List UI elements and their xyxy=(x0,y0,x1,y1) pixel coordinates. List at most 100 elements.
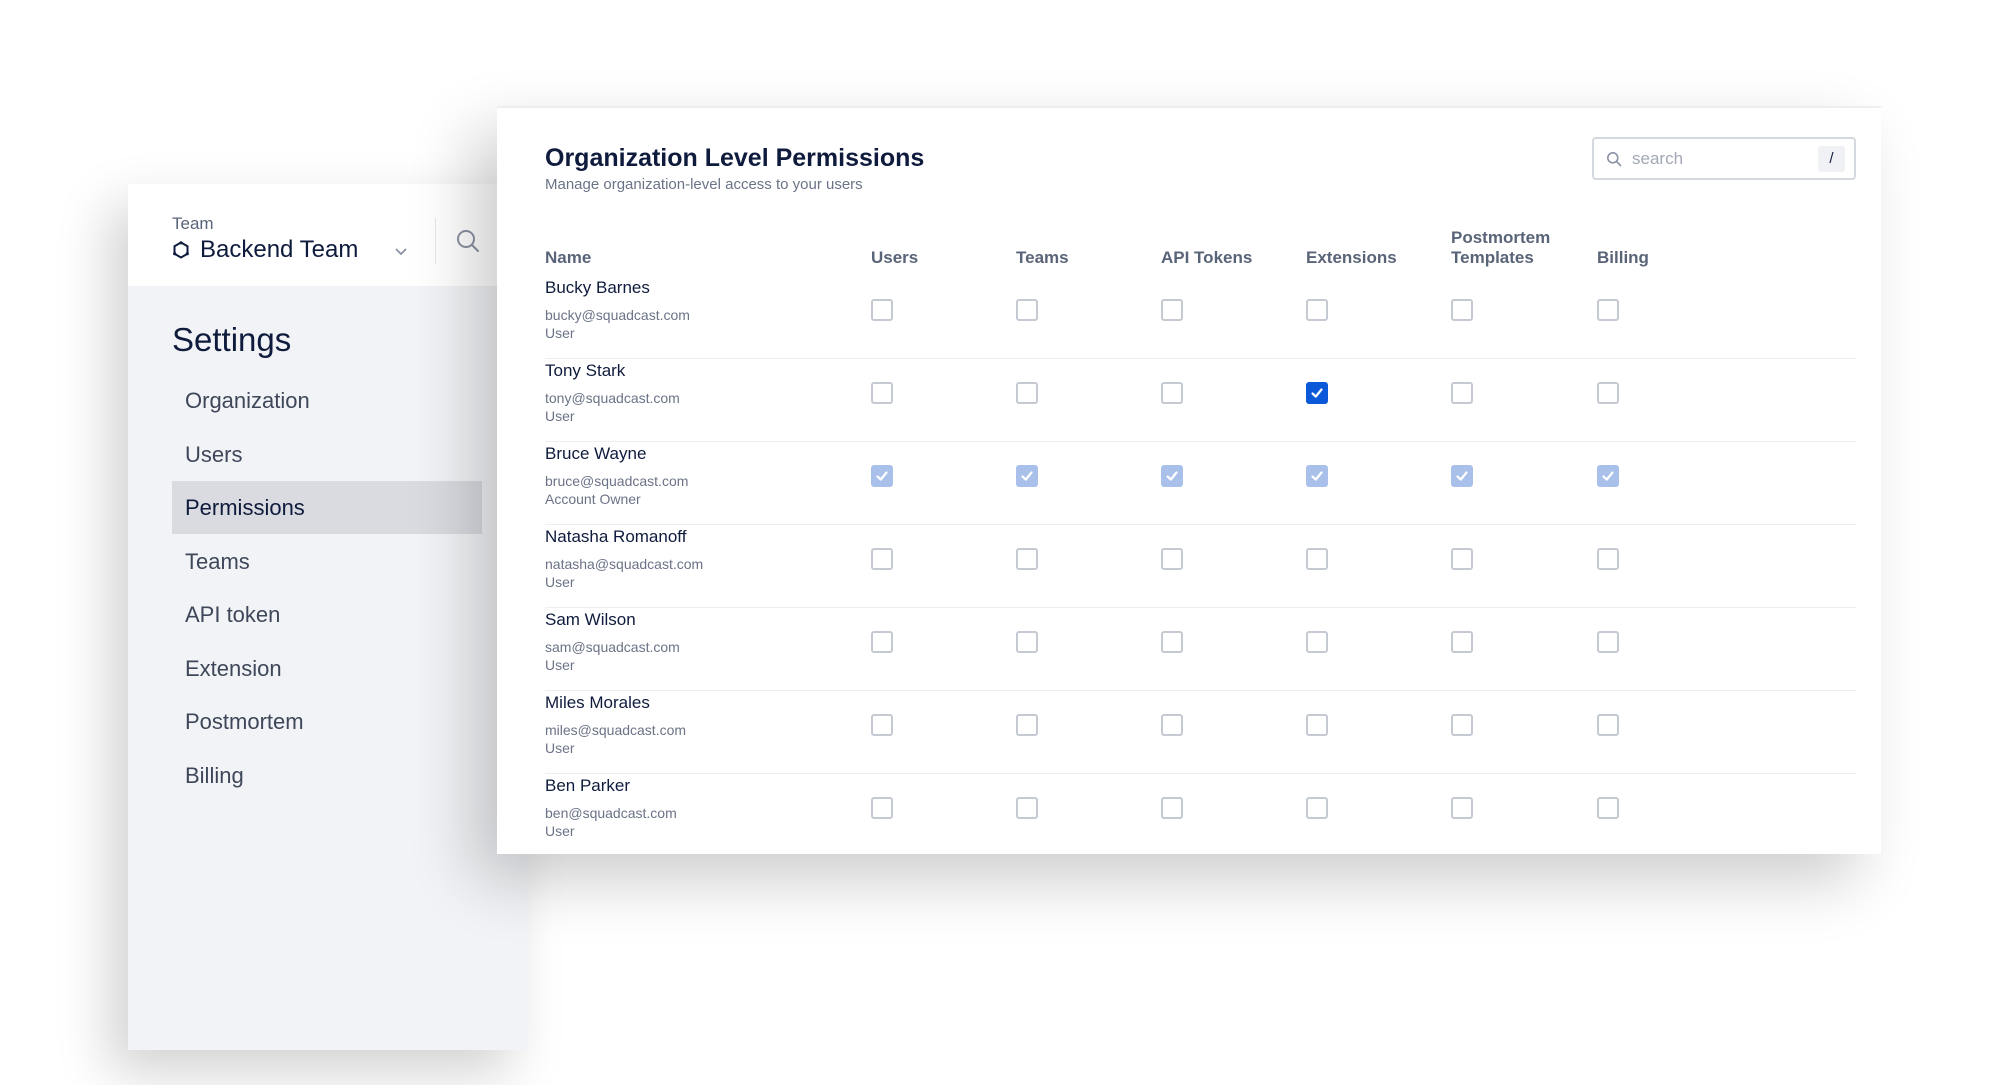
column-header-extensions: Extensions xyxy=(1306,248,1397,267)
search-shortcut-key: / xyxy=(1818,146,1845,172)
nav-item-billing[interactable]: Billing xyxy=(172,749,482,802)
column-header-users: Users xyxy=(871,248,919,267)
permission-checkbox-extensions[interactable] xyxy=(1306,382,1328,404)
permission-checkbox-api-tokens[interactable] xyxy=(1161,548,1183,570)
permission-checkbox-teams[interactable] xyxy=(1016,299,1038,321)
user-role: Account Owner xyxy=(545,491,641,507)
user-role: User xyxy=(545,823,575,839)
nav-item-extension[interactable]: Extension xyxy=(172,642,482,695)
user-email: tony@squadcast.com xyxy=(545,390,680,406)
user-role: User xyxy=(545,408,575,424)
permission-checkbox-extensions[interactable] xyxy=(1306,631,1328,653)
user-name: Bucky Barnes xyxy=(545,278,650,297)
permission-checkbox-billing xyxy=(1597,465,1619,487)
permission-checkbox-users[interactable] xyxy=(871,714,893,736)
nav-item-postmortem[interactable]: Postmortem xyxy=(172,695,482,748)
check-icon xyxy=(1456,471,1468,481)
table-row: Ben Parker ben@squadcast.com User xyxy=(545,774,1856,857)
permission-checkbox-api-tokens[interactable] xyxy=(1161,299,1183,321)
team-name: Backend Team xyxy=(200,236,359,263)
permission-checkbox-extensions[interactable] xyxy=(1306,714,1328,736)
permission-checkbox-api-tokens[interactable] xyxy=(1161,382,1183,404)
user-email: sam@squadcast.com xyxy=(545,639,680,655)
user-role: User xyxy=(545,574,575,590)
check-icon xyxy=(1021,471,1033,481)
permission-checkbox-teams xyxy=(1016,465,1038,487)
user-role: User xyxy=(545,740,575,756)
permission-checkbox-api-tokens[interactable] xyxy=(1161,714,1183,736)
permission-checkbox-api-tokens[interactable] xyxy=(1161,631,1183,653)
check-icon xyxy=(1311,388,1323,398)
permission-checkbox-teams[interactable] xyxy=(1016,548,1038,570)
permission-checkbox-billing[interactable] xyxy=(1597,797,1619,819)
page-subtitle: Manage organization-level access to your… xyxy=(545,176,863,193)
search-icon xyxy=(1606,151,1622,167)
chevron-down-icon[interactable] xyxy=(392,242,410,260)
header-divider xyxy=(435,218,436,264)
user-name: Miles Morales xyxy=(545,693,650,712)
table-row: Tony Stark tony@squadcast.com User xyxy=(545,359,1856,442)
permission-checkbox-users[interactable] xyxy=(871,299,893,321)
permission-checkbox-postmortem-templates[interactable] xyxy=(1451,797,1473,819)
permission-checkbox-teams[interactable] xyxy=(1016,631,1038,653)
permission-checkbox-teams[interactable] xyxy=(1016,797,1038,819)
permission-checkbox-users[interactable] xyxy=(871,631,893,653)
permission-checkbox-api-tokens xyxy=(1161,465,1183,487)
user-email: ben@squadcast.com xyxy=(545,805,677,821)
permission-checkbox-billing[interactable] xyxy=(1597,548,1619,570)
column-header-teams: Teams xyxy=(1016,248,1069,267)
user-name: Natasha Romanoff xyxy=(545,527,687,546)
check-icon xyxy=(1602,471,1614,481)
permission-checkbox-billing[interactable] xyxy=(1597,299,1619,321)
permission-checkbox-extensions[interactable] xyxy=(1306,299,1328,321)
nav-item-organization[interactable]: Organization xyxy=(172,374,482,427)
column-header-billing: Billing xyxy=(1597,248,1649,267)
permission-checkbox-postmortem-templates[interactable] xyxy=(1451,548,1473,570)
team-icon xyxy=(172,241,190,259)
user-name: Sam Wilson xyxy=(545,610,636,629)
permission-checkbox-postmortem-templates[interactable] xyxy=(1451,382,1473,404)
page-title: Organization Level Permissions xyxy=(545,144,925,172)
user-name: Bruce Wayne xyxy=(545,444,647,463)
permission-checkbox-extensions xyxy=(1306,465,1328,487)
permission-checkbox-postmortem-templates[interactable] xyxy=(1451,299,1473,321)
settings-sidebar: Team Backend Team Settings Organization … xyxy=(128,184,528,1050)
team-label: Team xyxy=(172,214,214,233)
user-role: User xyxy=(545,325,575,341)
search-box[interactable]: / xyxy=(1592,137,1856,180)
table-row: Natasha Romanoff natasha@squadcast.com Use… xyxy=(545,525,1856,608)
user-email: bruce@squadcast.com xyxy=(545,473,689,489)
user-name: Ben Parker xyxy=(545,776,631,795)
permission-checkbox-postmortem-templates[interactable] xyxy=(1451,714,1473,736)
table-row: Bruce Wayne bruce@squadcast.com Account Ow… xyxy=(545,442,1856,525)
nav-item-teams[interactable]: Teams xyxy=(172,535,482,588)
permission-checkbox-billing[interactable] xyxy=(1597,631,1619,653)
nav-item-users[interactable]: Users xyxy=(172,428,482,481)
team-switcher: Team Backend Team xyxy=(128,184,528,286)
user-role: User xyxy=(545,657,575,673)
permission-checkbox-teams[interactable] xyxy=(1016,382,1038,404)
permission-checkbox-users[interactable] xyxy=(871,382,893,404)
permission-checkbox-billing[interactable] xyxy=(1597,382,1619,404)
permission-checkbox-postmortem-templates[interactable] xyxy=(1451,631,1473,653)
permission-checkbox-users[interactable] xyxy=(871,797,893,819)
column-header-postmortem-templates: Postmortem Templates xyxy=(1451,228,1551,267)
nav-item-api-token[interactable]: API token xyxy=(172,588,482,641)
team-selector[interactable]: Backend Team xyxy=(172,236,358,264)
column-header-name: Name xyxy=(545,248,592,267)
check-icon xyxy=(1311,471,1323,481)
permission-checkbox-api-tokens[interactable] xyxy=(1161,797,1183,819)
permissions-panel: Organization Level Permissions Manage or… xyxy=(497,106,1881,854)
permission-checkbox-billing[interactable] xyxy=(1597,714,1619,736)
permission-checkbox-teams[interactable] xyxy=(1016,714,1038,736)
check-icon xyxy=(1166,471,1178,481)
permission-checkbox-users[interactable] xyxy=(871,548,893,570)
search-input[interactable] xyxy=(1632,148,1812,169)
permission-checkbox-extensions[interactable] xyxy=(1306,548,1328,570)
table-row: Sam Wilson sam@squadcast.com User xyxy=(545,608,1856,691)
nav-item-permissions[interactable]: Permissions xyxy=(172,481,482,534)
search-icon[interactable] xyxy=(455,228,481,254)
check-icon xyxy=(876,471,888,481)
permission-checkbox-users xyxy=(871,465,893,487)
permission-checkbox-extensions[interactable] xyxy=(1306,797,1328,819)
